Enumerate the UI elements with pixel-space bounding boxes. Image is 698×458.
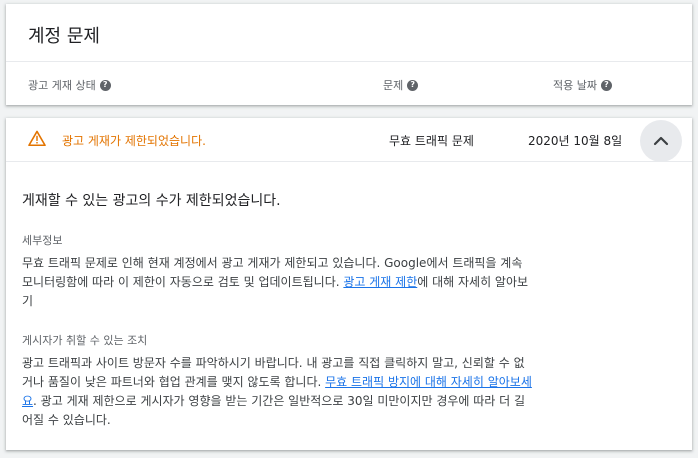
details-label: 세부정보 (22, 234, 63, 247)
ad-status-text: 광고 게재가 제한되었습니다. (62, 134, 206, 148)
column-header-problem: 문제 ? (383, 77, 419, 93)
issue-summary-row[interactable]: 광고 게재가 제한되었습니다. 무효 트래픽 문제 2020년 10월 8일 (6, 118, 692, 162)
actions-body-after: . 광고 게재 제한으로 게시자가 영향을 받는 기간은 일반적으로 30일 미… (22, 394, 526, 427)
column-header-label: 적용 날짜 (553, 79, 597, 92)
collapse-button[interactable] (640, 120, 682, 162)
column-header-label: 광고 게재 상태 (28, 79, 96, 92)
card-title: 계정 문제 (28, 26, 100, 47)
details-text: 무효 트래픽 문제로 인해 현재 계정에서 광고 게재가 제한되고 있습니다. … (22, 254, 534, 311)
problem-text: 무효 트래픽 문제 (389, 134, 474, 148)
issue-card: 광고 게재가 제한되었습니다. 무효 트래픽 문제 2020년 10월 8일 게… (6, 118, 692, 450)
applied-date: 2020년 10월 8일 (528, 134, 623, 148)
account-problems-card: 계정 문제 광고 게재 상태 ? 문제 ? 적용 날짜 ? (6, 4, 692, 105)
help-icon[interactable]: ? (99, 79, 111, 91)
actions-label: 게시자가 취할 수 있는 조치 (22, 334, 148, 347)
warning-icon (28, 130, 46, 146)
help-icon[interactable]: ? (407, 79, 419, 91)
chevron-up-icon (653, 136, 669, 146)
help-icon[interactable]: ? (600, 79, 612, 91)
actions-text: 광고 트래픽과 사이트 방문자 수를 파악하시기 바랍니다. 내 광고를 직접 … (22, 354, 534, 430)
ad-serving-limits-link[interactable]: 광고 게재 제한 (343, 275, 417, 289)
divider (6, 61, 692, 62)
column-header-date: 적용 날짜 ? (553, 77, 612, 93)
divider (6, 161, 692, 162)
column-header-ad-status: 광고 게재 상태 ? (28, 77, 111, 93)
column-header-label: 문제 (383, 79, 404, 92)
issue-headline: 게재할 수 있는 광고의 수가 제한되었습니다. (22, 193, 281, 209)
